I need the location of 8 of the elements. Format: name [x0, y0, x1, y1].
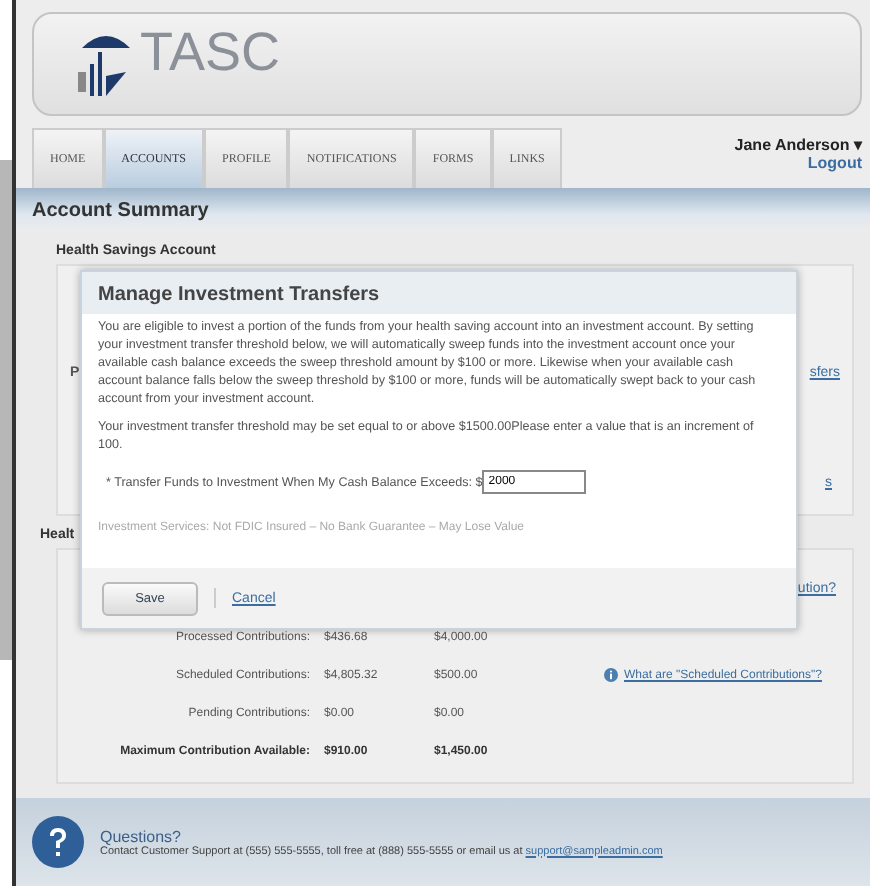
logout-link[interactable]: Logout: [807, 154, 862, 172]
logo-text: TASC: [140, 21, 281, 83]
dialog-title: Manage Investment Transfers: [82, 272, 796, 314]
info-icon: [604, 668, 618, 682]
footer-title: Questions?: [100, 827, 183, 845]
user-menu[interactable]: Jane Anderson ▾: [734, 136, 862, 154]
question-icon: [32, 816, 84, 868]
page-title: Account Summary: [32, 199, 209, 221]
